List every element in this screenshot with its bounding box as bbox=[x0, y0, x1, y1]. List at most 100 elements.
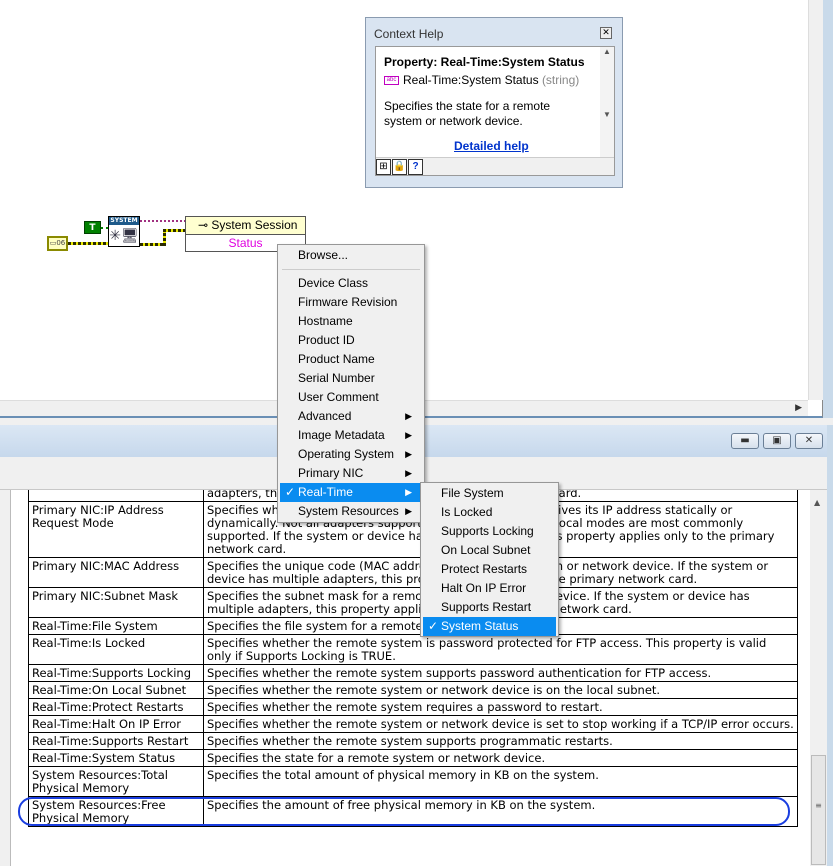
scroll-up-icon[interactable]: ▲ bbox=[814, 498, 820, 507]
wire bbox=[140, 220, 186, 222]
boolean-constant[interactable]: T bbox=[84, 221, 101, 234]
menu-item[interactable]: Firmware Revision bbox=[280, 293, 422, 312]
menu-item-label: Halt On IP Error bbox=[441, 581, 527, 595]
submenu-arrow-icon: ▶ bbox=[405, 411, 412, 421]
menu-item[interactable]: Operating System ▶ bbox=[280, 445, 422, 464]
menu-item-label: Supports Restart bbox=[441, 600, 532, 614]
property-heading: Property: Real-Time:System Status bbox=[384, 55, 585, 69]
property-description: Specifies whether the remote system supp… bbox=[203, 664, 798, 682]
menu-item[interactable]: Protect Restarts bbox=[423, 560, 556, 579]
wire bbox=[101, 227, 108, 229]
menu-item-label: Is Locked bbox=[441, 505, 493, 519]
menu-item[interactable]: Product ID bbox=[280, 331, 422, 350]
wire bbox=[68, 242, 110, 245]
property-table: adapters, this property applies only to … bbox=[28, 490, 798, 827]
property-name: Primary NIC:MAC Address bbox=[28, 557, 204, 588]
open-system-session-node[interactable]: SYSTEM ✳🖥 bbox=[108, 216, 140, 247]
menu-item[interactable]: On Local Subnet bbox=[423, 541, 556, 560]
menu-item-label: Primary NIC bbox=[298, 466, 364, 480]
restore-icon[interactable]: ▣ bbox=[763, 433, 791, 449]
property-name: Real-Time:Supports Locking bbox=[28, 664, 204, 682]
menu-item-label: Firmware Revision bbox=[298, 295, 398, 309]
property-name: Real-Time:System Status bbox=[28, 749, 204, 767]
real-time-submenu: File System Is Locked Supports Locking On L… bbox=[420, 482, 559, 637]
property-name: System Resources:Total Physical Memory bbox=[28, 766, 204, 797]
menu-item-label: Product ID bbox=[298, 333, 355, 347]
property-name: Primary NIC:IP Address Request Mode bbox=[28, 501, 204, 558]
property-description: Specifies whether the remote system requ… bbox=[203, 698, 798, 716]
table-row: Real-Time:Halt On IP Error Specifies whet… bbox=[28, 715, 798, 733]
type-suffix: (string) bbox=[541, 73, 580, 87]
session-constant[interactable]: ▭06 bbox=[47, 236, 68, 251]
menu-item-label: Advanced bbox=[298, 409, 352, 423]
menu-item-label: Image Metadata bbox=[298, 428, 385, 442]
property-name: Real-Time:Is Locked bbox=[28, 634, 204, 665]
context-menu: Browse... Device Class Firmware Revision Ho… bbox=[277, 244, 425, 523]
menu-item-label: Hostname bbox=[298, 314, 353, 328]
type-name: Real-Time:System Status bbox=[403, 73, 539, 87]
menu-item-label: Product Name bbox=[298, 352, 375, 366]
context-help-window: Context Help ✕ Property: Real-Time:Syste… bbox=[365, 17, 623, 188]
menu-item[interactable]: Supports Restart bbox=[423, 598, 556, 617]
menu-item-label: Supports Locking bbox=[441, 524, 534, 538]
menu-item[interactable]: Product Name bbox=[280, 350, 422, 369]
vertical-scrollbar[interactable]: ▲ ≡ bbox=[810, 490, 827, 866]
menu-item[interactable]: Serial Number bbox=[280, 369, 422, 388]
property-description: Specifies whether the remote system supp… bbox=[203, 732, 798, 750]
checkmark-icon: ✓ bbox=[285, 485, 296, 499]
submenu-arrow-icon: ▶ bbox=[405, 487, 412, 497]
help-icon[interactable]: ? bbox=[408, 159, 423, 175]
table-row: Real-Time:File System Specifies the file … bbox=[28, 617, 798, 635]
scroll-thumb[interactable]: ≡ bbox=[811, 755, 826, 865]
node-label: SYSTEM bbox=[109, 217, 139, 225]
window-title: Context Help bbox=[374, 27, 444, 41]
close-icon[interactable]: ✕ bbox=[795, 433, 823, 449]
minimize-icon[interactable]: ▬ bbox=[731, 433, 759, 449]
lock-icon[interactable]: 🔒 bbox=[392, 159, 407, 175]
menu-item[interactable]: System Resources ▶ bbox=[280, 502, 422, 521]
table-row: Real-Time:Is Locked Specifies whether the… bbox=[28, 634, 798, 665]
help-description: Specifies the state for a remote system … bbox=[384, 99, 551, 128]
vertical-scrollbar[interactable] bbox=[808, 0, 823, 400]
menu-item[interactable]: ✓ System Status bbox=[423, 617, 556, 636]
menu-item[interactable]: Supports Locking bbox=[423, 522, 556, 541]
menu-item[interactable]: Hostname bbox=[280, 312, 422, 331]
table-row: Primary NIC:Subnet Mask Specifies the sub… bbox=[28, 587, 798, 618]
menu-item-label: System Status bbox=[441, 619, 519, 633]
window-frame bbox=[827, 425, 833, 866]
menu-item[interactable]: Advanced ▶ bbox=[280, 407, 422, 426]
menu-item[interactable]: Halt On IP Error bbox=[423, 579, 556, 598]
vertical-scrollbar[interactable]: ▲ ▼ bbox=[600, 47, 614, 159]
menu-item-label: Serial Number bbox=[298, 371, 375, 385]
menu-item-label: Protect Restarts bbox=[441, 562, 528, 576]
property-name: Real-Time:Supports Restart bbox=[28, 732, 204, 750]
menu-item[interactable]: User Comment bbox=[280, 388, 422, 407]
table-row: System Resources:Total Physical Memory Sp… bbox=[28, 766, 798, 797]
menu-item[interactable]: Is Locked bbox=[423, 503, 556, 522]
menu-item[interactable]: Image Metadata ▶ bbox=[280, 426, 422, 445]
detailed-help-link[interactable]: Detailed help bbox=[454, 139, 529, 153]
computer-icon: ✳🖥 bbox=[109, 228, 139, 244]
scroll-right-icon[interactable]: ▶ bbox=[795, 403, 802, 413]
string-type-icon: abc bbox=[384, 76, 399, 86]
property-description: Specifies whether the remote system or n… bbox=[203, 715, 798, 733]
menu-item[interactable]: ✓ Real-Time ▶ bbox=[280, 483, 422, 502]
property-name: Real-Time:Halt On IP Error bbox=[28, 715, 204, 733]
close-icon[interactable]: ✕ bbox=[600, 27, 612, 39]
property-name: Real-Time:File System bbox=[28, 617, 204, 635]
show-optional-terminals-icon[interactable]: ⊞ bbox=[376, 159, 391, 175]
property-description: Specifies whether the remote system is p… bbox=[203, 634, 798, 665]
menu-item[interactable]: File System bbox=[423, 484, 556, 503]
property-description: Specifies the state for a remote system … bbox=[203, 749, 798, 767]
menu-item[interactable]: Browse... bbox=[280, 246, 422, 265]
menu-item-label: Real-Time bbox=[298, 485, 353, 499]
table-row: Real-Time:Supports Restart Specifies whet… bbox=[28, 732, 798, 750]
window-frame bbox=[823, 0, 833, 418]
menu-separator bbox=[282, 269, 420, 270]
property-name: Real-Time:On Local Subnet bbox=[28, 681, 204, 699]
menu-item[interactable]: Primary NIC ▶ bbox=[280, 464, 422, 483]
menu-item-label: File System bbox=[441, 486, 504, 500]
table-row: Real-Time:System Status Specifies the sta… bbox=[28, 749, 798, 767]
menu-item[interactable]: Device Class bbox=[280, 274, 422, 293]
table-row: Primary NIC:MAC Address Specifies the uni… bbox=[28, 557, 798, 588]
